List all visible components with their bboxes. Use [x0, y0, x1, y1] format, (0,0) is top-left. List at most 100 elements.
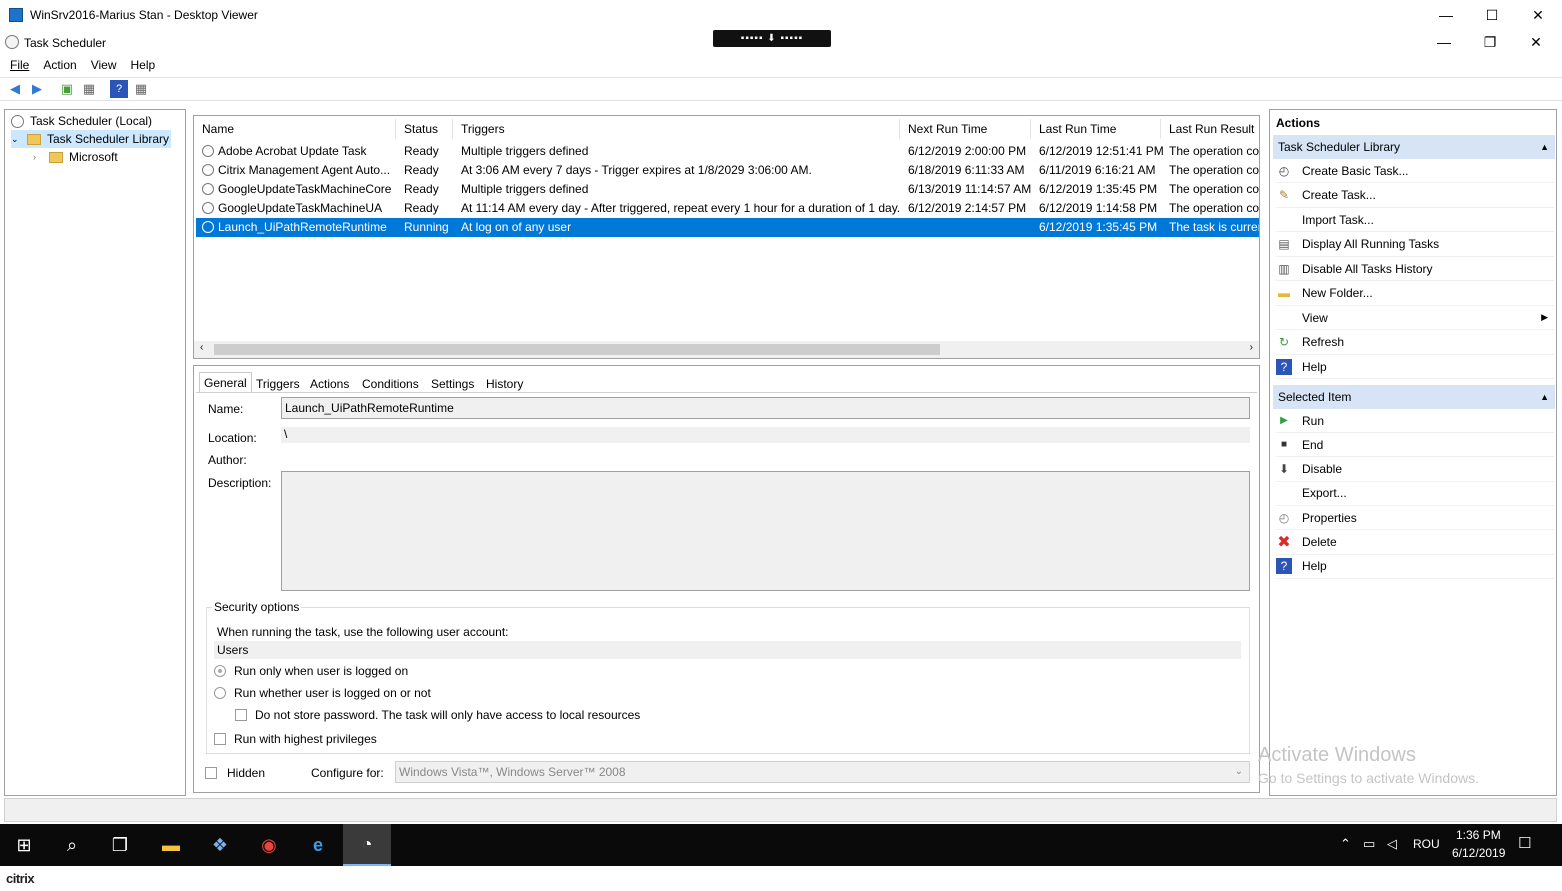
notification-icon[interactable]: ☐ — [1518, 834, 1531, 852]
horizontal-scrollbar[interactable]: ‹ › — [194, 341, 1259, 358]
column-header-last-run[interactable]: Last Run Time — [1031, 119, 1161, 139]
no-store-password-checkbox[interactable] — [235, 709, 247, 721]
up-folder-icon[interactable]: ▣ — [58, 80, 76, 98]
column-header-last-result[interactable]: Last Run Result — [1161, 119, 1259, 139]
action-label: End — [1302, 437, 1324, 452]
scroll-right-icon[interactable]: › — [1250, 342, 1253, 353]
library-section-header[interactable]: Task Scheduler Library ▲ — [1273, 135, 1555, 159]
tree-item-microsoft[interactable]: › Microsoft — [33, 148, 118, 166]
collapse-icon[interactable]: ▲ — [1540, 135, 1549, 159]
help-icon[interactable]: ? — [110, 80, 128, 98]
clock-date[interactable]: 6/12/2019 — [1452, 846, 1505, 860]
collapse-icon[interactable]: ▲ — [1540, 385, 1549, 409]
task-row[interactable]: Citrix Management Agent Auto... Ready At 3… — [196, 161, 1259, 180]
selected-action-item[interactable]: ◴ Properties — [1276, 506, 1554, 531]
menu-action[interactable]: Action — [43, 58, 76, 72]
action-item[interactable]: Import Task... — [1276, 208, 1554, 232]
run-logged-on-option[interactable]: Run only when user is logged on — [214, 664, 408, 678]
internet-explorer-icon[interactable]: e — [294, 824, 342, 866]
run-logged-on-label: Run only when user is logged on — [234, 664, 409, 678]
file-explorer-icon[interactable]: ▬ — [147, 824, 195, 866]
author-label: Author: — [208, 453, 247, 467]
highest-privileges-checkbox[interactable] — [214, 733, 226, 745]
chevron-right-icon[interactable]: › — [33, 152, 43, 162]
description-field[interactable] — [281, 471, 1250, 591]
app-close-button[interactable]: ✕ — [1513, 27, 1559, 57]
viewer-maximize-button[interactable]: ☐ — [1469, 0, 1515, 30]
highest-privileges-option[interactable]: Run with highest privileges — [214, 732, 377, 746]
action-item[interactable]: ? Help — [1276, 355, 1554, 379]
selected-action-item[interactable]: Export... — [1276, 482, 1554, 506]
tree-item-library[interactable]: ⌄ Task Scheduler Library — [11, 130, 171, 148]
scrollbar-thumb[interactable] — [214, 344, 940, 355]
selected-action-item[interactable]: ✖ Delete — [1276, 531, 1554, 555]
column-header-name[interactable]: Name — [194, 119, 396, 139]
start-windows-icon[interactable]: ⊞ — [0, 824, 48, 866]
app-minimize-button[interactable]: — — [1421, 27, 1467, 57]
menu-help[interactable]: Help — [131, 58, 156, 72]
volume-icon[interactable]: ◁ — [1387, 836, 1397, 852]
server-manager-icon[interactable]: ❖ — [196, 824, 244, 866]
description-label: Description: — [208, 476, 272, 490]
network-icon[interactable]: ▭ — [1363, 836, 1375, 852]
clock-time[interactable]: 1:36 PM — [1456, 828, 1501, 842]
task-row[interactable]: GoogleUpdateTaskMachineUA Ready At 11:14 A… — [196, 199, 1259, 218]
action-item[interactable]: ▬ New Folder... — [1276, 282, 1554, 306]
hidden-option[interactable]: Hidden — [205, 766, 265, 780]
action-item[interactable]: View ▶ — [1276, 306, 1554, 330]
back-arrow-icon[interactable]: ◀ — [6, 80, 24, 98]
viewer-close-button[interactable]: ✕ — [1515, 0, 1561, 30]
action-item[interactable]: ◴ Create Basic Task... — [1276, 159, 1554, 183]
no-store-password-option[interactable]: Do not store password. The task will onl… — [235, 708, 640, 722]
task-scheduler-taskbar-icon[interactable]: ◔ — [343, 824, 391, 866]
chevron-up-icon[interactable]: ⌃ — [1340, 836, 1351, 852]
scroll-left-icon[interactable]: ‹ — [200, 342, 203, 353]
tree-item-local[interactable]: Task Scheduler (Local) — [11, 112, 152, 130]
task-row[interactable]: GoogleUpdateTaskMachineCore Ready Multiple… — [196, 180, 1259, 199]
tab-settings[interactable]: Settings — [427, 374, 478, 394]
chrome-icon[interactable]: ◉ — [245, 824, 293, 866]
action-item[interactable]: ▥ Disable All Tasks History — [1276, 257, 1554, 281]
language-indicator[interactable]: ROU — [1413, 837, 1440, 851]
forward-arrow-icon[interactable]: ▶ — [28, 80, 46, 98]
viewer-minimize-button[interactable]: — — [1423, 0, 1469, 30]
import-icon — [1276, 212, 1292, 228]
search-icon[interactable]: ⌕ — [48, 824, 96, 866]
task-clock-icon — [202, 145, 214, 157]
chevron-down-icon[interactable]: ⌄ — [11, 134, 21, 145]
menu-file[interactable]: File — [10, 58, 29, 72]
column-header-next-run[interactable]: Next Run Time — [900, 119, 1031, 139]
selected-section-header[interactable]: Selected Item ▲ — [1273, 385, 1555, 409]
tab-history[interactable]: History — [482, 374, 527, 394]
run-whether-label: Run whether user is logged on or not — [234, 686, 431, 700]
run-whether-radio[interactable] — [214, 687, 226, 699]
tab-conditions[interactable]: Conditions — [358, 374, 423, 394]
selected-action-item[interactable]: ? Help — [1276, 555, 1554, 579]
run-whether-option[interactable]: Run whether user is logged on or not — [214, 686, 431, 700]
configure-for-select[interactable]: Windows Vista™, Windows Server™ 2008 ⌄ — [395, 761, 1250, 783]
app-title: Task Scheduler — [24, 36, 107, 50]
column-header-triggers[interactable]: Triggers — [453, 119, 900, 139]
tab-general[interactable]: General — [199, 372, 252, 392]
action-item[interactable]: ↻ Refresh — [1276, 331, 1554, 355]
column-header-status[interactable]: Status — [396, 119, 453, 139]
task-view-icon[interactable]: ❐ — [96, 824, 144, 866]
app-restore-button[interactable]: ❐ — [1467, 27, 1513, 57]
task-row[interactable]: Launch_UiPathRemoteRuntime Running At log … — [196, 218, 1259, 237]
tab-actions[interactable]: Actions — [306, 374, 353, 394]
selected-action-item[interactable]: ⬇ Disable — [1276, 458, 1554, 482]
menu-view[interactable]: View — [91, 58, 117, 72]
action-item[interactable]: ▤ Display All Running Tasks — [1276, 233, 1554, 257]
run-logged-on-radio[interactable] — [214, 665, 226, 677]
show-hide-tree-icon[interactable]: ▦ — [80, 80, 98, 98]
name-field[interactable]: Launch_UiPathRemoteRuntime — [281, 397, 1250, 419]
tab-triggers[interactable]: Triggers — [252, 374, 304, 394]
task-row[interactable]: Adobe Acrobat Update Task Ready Multiple t… — [196, 142, 1259, 161]
selected-action-item[interactable]: ■ End — [1276, 433, 1554, 458]
action-item[interactable]: ✎ Create Task... — [1276, 184, 1554, 208]
show-hide-action-pane-icon[interactable]: ▦ — [132, 80, 150, 98]
task-cell-result: The operation co — [1169, 163, 1260, 177]
selected-action-item[interactable]: ▶ Run — [1276, 409, 1554, 433]
hidden-checkbox[interactable] — [205, 767, 217, 779]
action-label: Run — [1302, 413, 1325, 428]
